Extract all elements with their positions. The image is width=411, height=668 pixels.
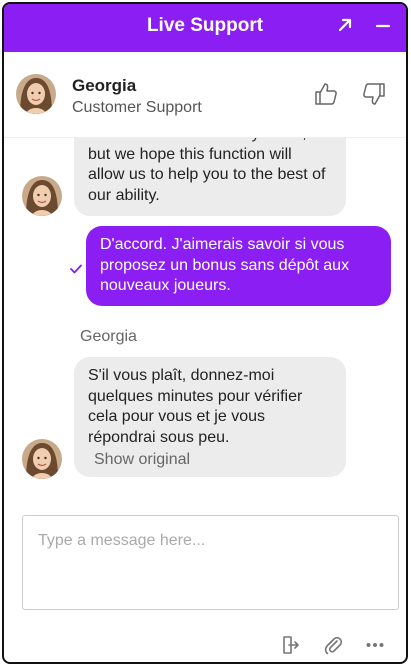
- exit-icon: [281, 635, 301, 660]
- attach-button[interactable]: [322, 636, 344, 658]
- more-options-button[interactable]: [364, 636, 386, 658]
- agent-header: Georgia Customer Support: [4, 52, 406, 138]
- expand-arrow-icon: [337, 17, 353, 38]
- user-message: D'accord. J'aimerais savoir si vous prop…: [86, 226, 391, 306]
- message-input-placeholder: Type a message here...: [38, 532, 206, 549]
- end-chat-button[interactable]: [280, 635, 302, 660]
- agent-role: Customer Support: [72, 99, 202, 116]
- thumbs-up-button[interactable]: [312, 82, 340, 110]
- message-list[interactable]: errors in translation may occur, but we …: [4, 138, 406, 508]
- message-text: D'accord. J'aimerais savoir si vous prop…: [100, 236, 350, 294]
- composer-toolbar: [4, 632, 406, 662]
- expand-button[interactable]: [332, 14, 358, 40]
- more-icon: [365, 635, 385, 660]
- chat-window: Live Support Georgia Customer Support bu…: [2, 2, 408, 664]
- minimize-button[interactable]: [370, 14, 396, 40]
- thumbs-up-icon: [313, 81, 339, 112]
- sender-label: Georgia: [80, 328, 137, 345]
- show-original-link[interactable]: Show original: [94, 450, 332, 471]
- thumbs-down-button[interactable]: [360, 82, 388, 110]
- agent-avatar: [22, 176, 62, 216]
- thumbs-down-icon: [361, 81, 387, 112]
- message-text: errors in translation may occur, but we …: [88, 138, 326, 204]
- paperclip-icon: [323, 635, 343, 660]
- agent-avatar: [22, 439, 62, 479]
- agent-name: Georgia: [72, 76, 137, 95]
- title-bar: Live Support: [4, 4, 406, 52]
- check-icon: [70, 262, 82, 277]
- agent-avatar: [16, 74, 56, 114]
- agent-message: S'il vous plaît, donnez-moi quelques min…: [74, 357, 346, 477]
- agent-message: errors in translation may occur, but we …: [74, 138, 346, 216]
- message-text: S'il vous plaît, donnez-moi quelques min…: [88, 367, 303, 446]
- minimize-icon: [375, 17, 391, 38]
- message-input[interactable]: Type a message here...: [22, 515, 399, 610]
